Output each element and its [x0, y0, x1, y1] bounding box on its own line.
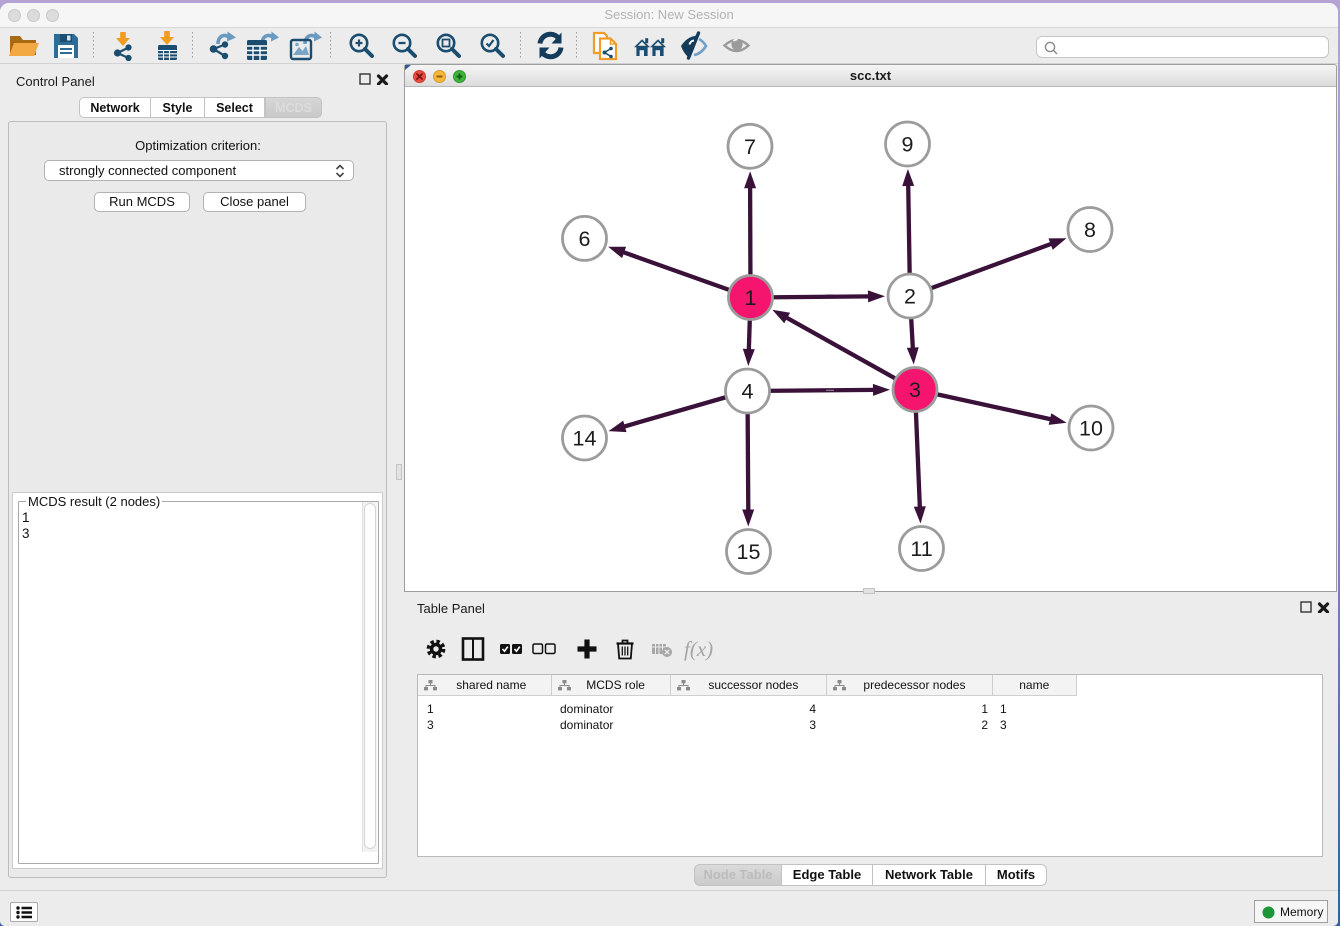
svg-text:f(x): f(x): [684, 637, 713, 661]
svg-text:11: 11: [910, 537, 932, 561]
svg-text:3: 3: [909, 378, 921, 402]
svg-text:7: 7: [744, 135, 756, 159]
svg-text:8: 8: [1084, 218, 1096, 242]
svg-text:1: 1: [745, 286, 757, 310]
svg-text:14: 14: [573, 427, 597, 451]
svg-text:2: 2: [904, 285, 916, 309]
svg-text:10: 10: [1079, 417, 1103, 441]
svg-text:9: 9: [902, 133, 914, 157]
svg-text:4: 4: [742, 380, 754, 404]
svg-text:15: 15: [737, 540, 761, 564]
svg-text:6: 6: [579, 227, 591, 251]
